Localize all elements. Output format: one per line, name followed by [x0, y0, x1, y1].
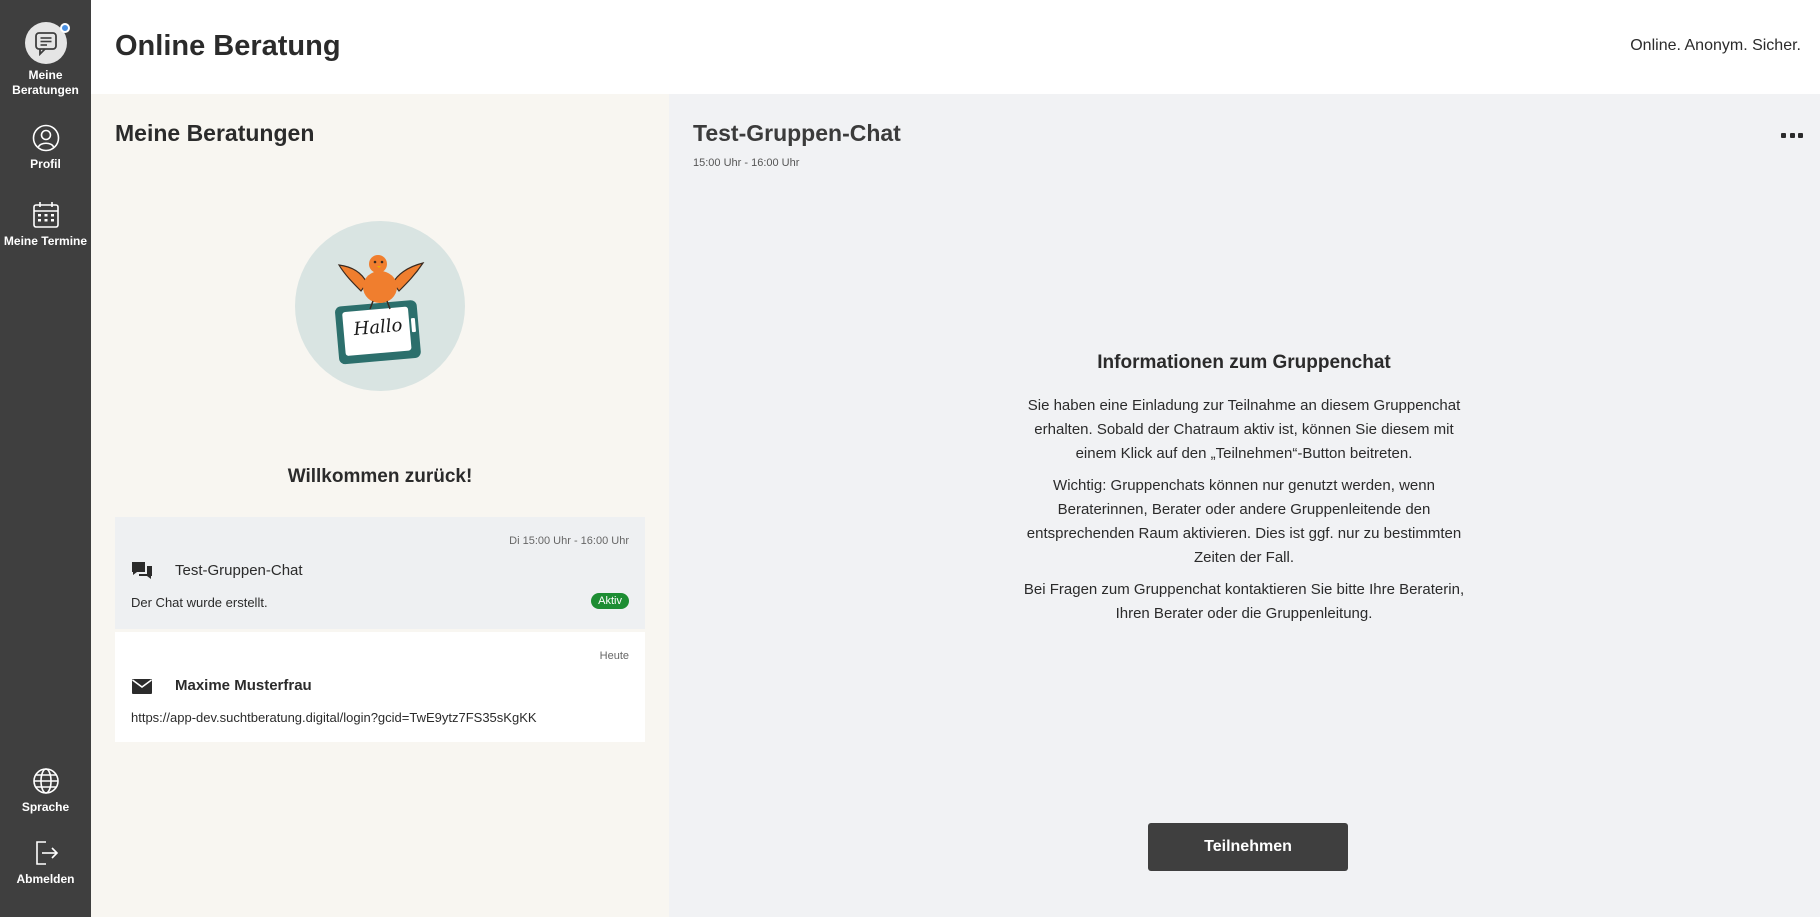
group-chat-info: Informationen zum Gruppenchat Sie haben …: [1019, 352, 1469, 634]
calendar-icon: [32, 202, 59, 228]
info-paragraph-3: Bei Fragen zum Gruppenchat kontaktieren …: [1023, 581, 1465, 622]
group-chat-icon: [132, 562, 152, 579]
app-claim: Online. Anonym. Sicher.: [1630, 37, 1801, 54]
nav-label-line2: Beratungen: [12, 83, 79, 97]
notification-dot: [59, 23, 70, 33]
welcome-illustration: Hallo: [295, 221, 465, 391]
welcome-message: Willkommen zurück!: [287, 466, 473, 487]
session-list-title: Meine Beratungen: [115, 120, 315, 146]
chat-time: 15:00 Uhr - 16:00 Uhr: [693, 157, 800, 169]
nav-label-line1: Meine: [28, 68, 63, 82]
more-options-icon[interactable]: [1781, 130, 1803, 140]
session-name: Maxime Musterfrau: [175, 677, 312, 694]
info-paragraph-1: Sie haben eine Einladung zur Teilnahme a…: [1027, 397, 1461, 462]
status-badge: Aktiv: [591, 593, 629, 609]
logout-icon: [35, 841, 58, 865]
nav-label: Profil: [30, 157, 61, 171]
app-title: Online Beratung: [115, 30, 341, 62]
user-icon: [32, 124, 59, 152]
session-list-panel: Meine Beratungen Hallo Willkommen zurück…: [91, 94, 669, 917]
info-paragraph-2: Wichtig: Gruppenchats können nur genutzt…: [1026, 477, 1462, 566]
chat-panel: Test-Gruppen-Chat 15:00 Uhr - 16:00 Uhr …: [669, 94, 1820, 917]
speech-bubble-icon: [24, 22, 70, 64]
session-item[interactable]: Di 15:00 Uhr - 16:00 Uhr Test-Gruppen-Ch…: [115, 517, 645, 629]
nav-item-meine-beratungen[interactable]: Meine Beratungen: [0, 22, 91, 98]
session-last-message: https://app-dev.suchtberatung.digital/lo…: [131, 710, 537, 725]
info-title: Informationen zum Gruppenchat: [1097, 352, 1391, 373]
globe-icon: [32, 768, 59, 794]
nav-item-profil[interactable]: Profil: [0, 123, 91, 172]
session-name: Test-Gruppen-Chat: [175, 562, 303, 579]
session-last-message: Der Chat wurde erstellt.: [131, 595, 268, 610]
session-date: Di 15:00 Uhr - 16:00 Uhr: [509, 535, 629, 547]
chat-title: Test-Gruppen-Chat: [693, 120, 901, 146]
app-header: Online Beratung Online. Anonym. Sicher.: [91, 0, 1820, 94]
join-button[interactable]: Teilnehmen: [1148, 823, 1348, 871]
nav-item-sprache[interactable]: Sprache: [0, 766, 91, 815]
nav-label: Sprache: [21, 800, 70, 814]
envelope-icon: [132, 679, 152, 694]
nav-item-meine-termine[interactable]: Meine Termine: [0, 200, 91, 249]
nav-label: Abmelden: [16, 872, 75, 886]
nav-item-abmelden[interactable]: Abmelden: [0, 838, 91, 887]
nav-label: Meine Termine: [3, 234, 88, 248]
main-navigation: Meine Beratungen Profil Meine Termine Sp…: [0, 0, 91, 917]
session-item[interactable]: Heute Maxime Musterfrau https://app-dev.…: [115, 632, 645, 742]
session-date: Heute: [599, 650, 629, 662]
